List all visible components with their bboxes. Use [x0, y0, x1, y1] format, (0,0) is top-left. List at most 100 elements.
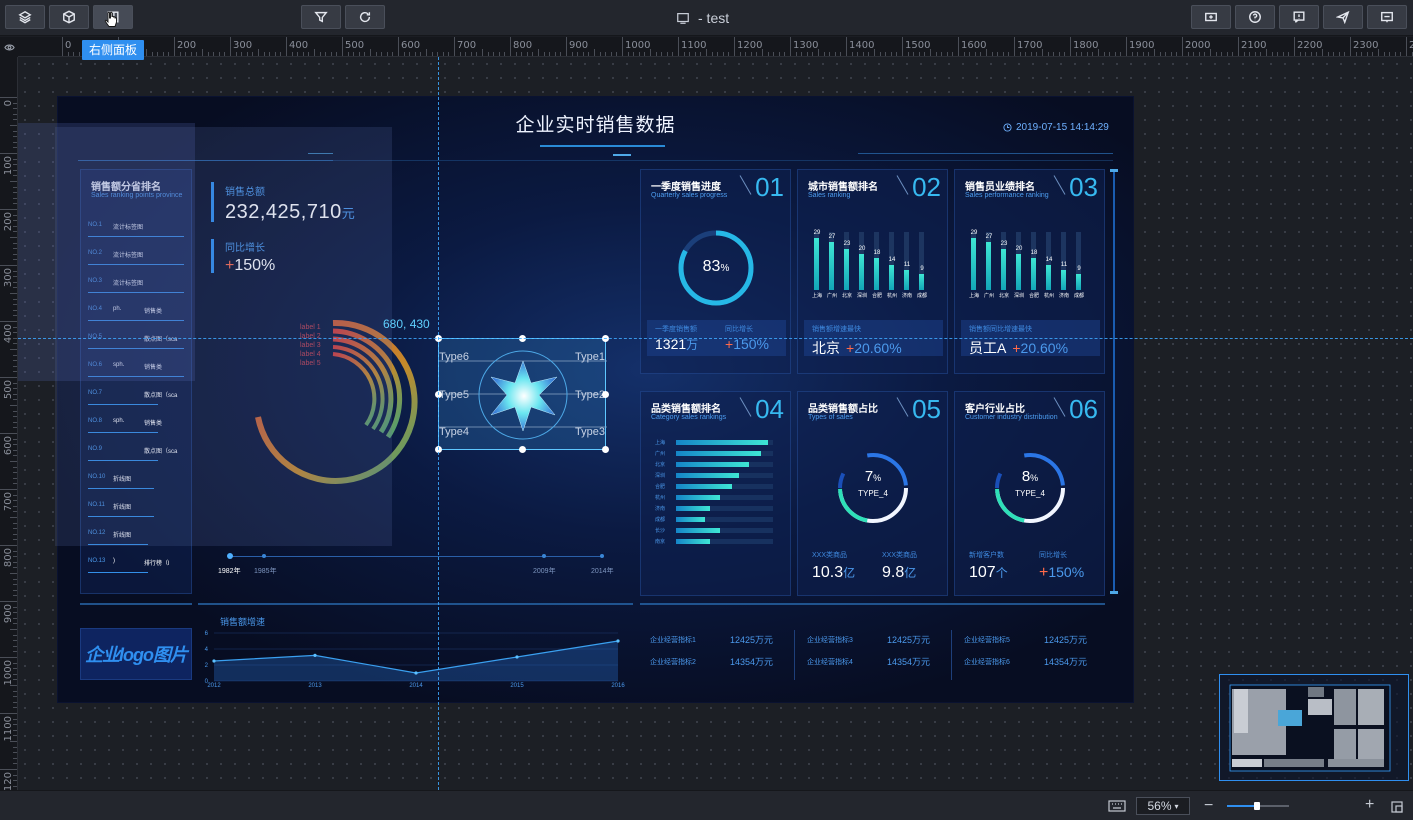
resize-handle-se[interactable] — [602, 446, 609, 453]
zoom-slider-handle[interactable] — [1254, 802, 1260, 810]
zoom-in-button[interactable]: + — [1365, 796, 1374, 814]
bar — [814, 238, 819, 290]
card-divider — [896, 175, 909, 195]
publish-icon — [1205, 12, 1217, 22]
bar — [1016, 254, 1021, 290]
metric-value: 14354万元 — [730, 657, 774, 667]
card-number: 05 — [912, 394, 941, 424]
vertical-ruler: 0 100 200 300 400 500 600 700 800 900 1000 1100 120 — [0, 57, 18, 790]
card-number: 01 — [755, 172, 784, 202]
rank-row[interactable]: NO.13) 排行榜（l — [88, 553, 188, 581]
gauge-number: 83 — [702, 258, 721, 275]
kpi-card-3[interactable]: 销售员业绩排名 Sales performance ranking 03 29 上海 27… — [954, 169, 1105, 374]
stat1-number: 10.3 — [812, 564, 844, 581]
ruler-h-tick — [286, 37, 287, 56]
bar — [1076, 274, 1081, 290]
card-divider — [739, 397, 752, 417]
kpi-card-1[interactable]: 一季度销售进度 Quarterly sales progress 01 83% 一季度销… — [640, 169, 791, 374]
bar-category-label: 广州 — [983, 293, 994, 299]
selected-radar-chart[interactable]: Type6 Type1 Type5 Type2 Type4 Type3 — [435, 335, 609, 453]
ruler-v-minor-tick — [10, 629, 17, 630]
resize-handle-e[interactable] — [602, 391, 609, 398]
card-subtitle: Sales ranking — [808, 192, 851, 199]
ruler-h-label: 24 — [1409, 40, 1413, 51]
kpi-card-6[interactable]: 客户行业占比 Customer industry distribution 06 8%… — [954, 391, 1105, 596]
timeline-label-2: 1985年 — [254, 568, 277, 575]
filter-button[interactable] — [301, 5, 341, 29]
fit-screen-button[interactable] — [1391, 800, 1403, 818]
layers-button[interactable] — [5, 5, 45, 29]
logo-panel[interactable]: 企业logo图片 — [80, 628, 192, 680]
editor-canvas[interactable]: 企业实时销售数据 2019-07-15 14:14:29 销售额分省排名 Sal… — [18, 57, 1413, 790]
send-button[interactable] — [1323, 5, 1363, 29]
bar — [859, 254, 864, 290]
bar-category-label: 深圳 — [856, 293, 867, 299]
ruler-h-label: 1800 — [1073, 40, 1099, 51]
refresh-button[interactable] — [345, 5, 385, 29]
bar-value-label: 20 — [858, 246, 866, 252]
bar — [1046, 265, 1051, 290]
bar — [1031, 258, 1036, 290]
category-label: 成都 — [655, 517, 666, 523]
timeline-dot-4[interactable] — [600, 554, 604, 558]
timeline-dot-2[interactable] — [262, 554, 266, 558]
feedback-button[interactable] — [1279, 5, 1319, 29]
line-chart-xtick: 2015 — [510, 683, 524, 687]
dashboard-scrollbar[interactable] — [1113, 169, 1115, 594]
bar-category-label: 合肥 — [1028, 293, 1039, 299]
ruler-v-minor-tick — [10, 461, 17, 462]
metric-value: 14354万元 — [887, 657, 931, 667]
ruler-h-tick — [174, 37, 175, 56]
metric-value: 12425万元 — [730, 635, 774, 645]
zoom-slider-track[interactable] — [1227, 802, 1289, 810]
ruler-v-minor-tick — [10, 293, 17, 294]
ring-unit: % — [873, 473, 882, 483]
type-ring-chart — [838, 453, 908, 523]
ruler-h-tick — [566, 37, 567, 56]
dragging-overlay[interactable] — [55, 127, 392, 546]
fit-screen-icon — [1391, 801, 1403, 813]
kpi-card-2[interactable]: 城市销售额排名 Sales ranking 02 29 上海 27 广州 23 北京 20 深圳 18… — [797, 169, 948, 374]
kpi-card-4[interactable]: 品类销售额排名 Category sales rankings 04 上海 广州 北京 深圳… — [640, 391, 791, 596]
ruler-h-label: 1600 — [961, 40, 987, 51]
publish-button[interactable] — [1191, 5, 1231, 29]
help-button[interactable] — [1235, 5, 1275, 29]
stat2-label: 同比增长 — [1039, 552, 1067, 559]
timeline-dot-1[interactable] — [227, 553, 233, 559]
preview-button[interactable] — [1367, 5, 1407, 29]
chevron-down-icon: ▾ — [1174, 801, 1179, 811]
hand-cursor-icon — [104, 10, 118, 34]
keyboard-shortcuts-button[interactable] — [1108, 799, 1126, 817]
help-icon — [1249, 11, 1261, 23]
category-bar — [676, 484, 732, 489]
zoom-out-button[interactable]: − — [1204, 797, 1213, 815]
ruler-h-minor-tick — [538, 49, 539, 56]
layers-icon — [18, 10, 32, 24]
bar-category-label: 北京 — [841, 293, 852, 299]
bar — [889, 265, 894, 290]
bar-chart-staff_bars: 29 上海 27 广州 23 北京 20 深圳 18 合肥 14 杭州 11 济南 9 成都 — [969, 230, 1096, 299]
ruler-v-label: 900 — [3, 604, 14, 624]
bar — [919, 274, 924, 290]
components-button[interactable] — [49, 5, 89, 29]
bar-category-label: 上海 — [968, 293, 979, 299]
kpi-card-5[interactable]: 品类销售额占比 Types of sales 05 7% TYPE_4 XXX类商品 XXX… — [797, 391, 948, 596]
bar-value-label: 11 — [903, 262, 911, 268]
category-label: 北京 — [655, 462, 666, 468]
ruler-h-label: 700 — [457, 40, 477, 51]
timeline-dot-3[interactable] — [542, 554, 546, 558]
metric-value: 12425万元 — [1044, 635, 1088, 645]
ring-type: TYPE_4 — [858, 489, 888, 498]
bar — [971, 238, 976, 290]
line-chart-point — [313, 653, 317, 657]
ruler-corner-toggle[interactable] — [0, 37, 18, 57]
resize-handle-s[interactable] — [519, 446, 526, 453]
canvas-minimap[interactable] — [1219, 674, 1409, 781]
bar — [874, 258, 879, 290]
ruler-h-minor-tick — [426, 49, 427, 56]
zoom-select[interactable]: 56% ▾ — [1136, 797, 1190, 815]
keyboard-icon — [1108, 800, 1126, 812]
ruler-v-minor-tick — [10, 125, 17, 126]
bar-value-label: 20 — [1015, 246, 1023, 252]
bar-category-label: 杭州 — [1043, 293, 1054, 299]
